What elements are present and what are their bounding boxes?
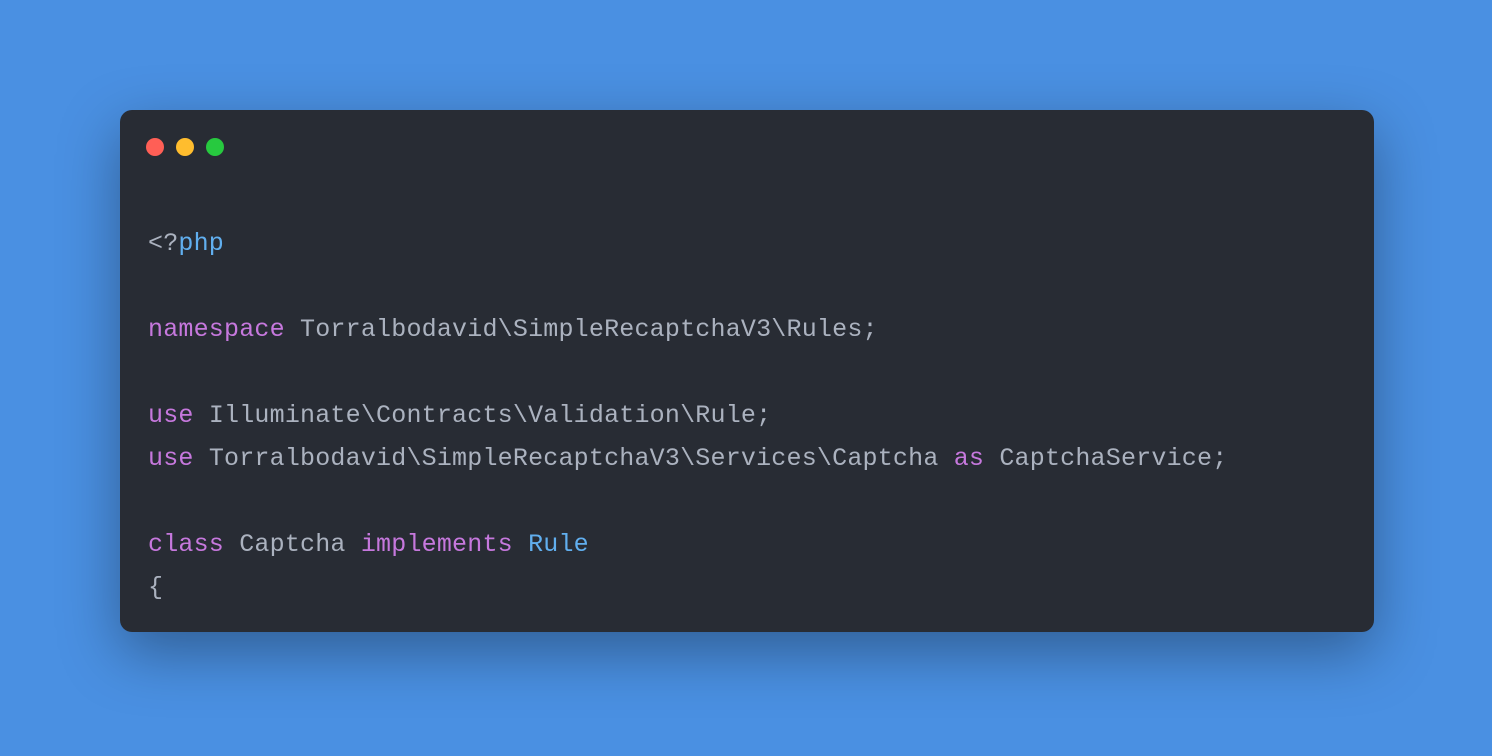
space	[346, 530, 361, 559]
code-window: <?php namespace Torralbodavid\SimpleReca…	[120, 110, 1374, 632]
namespace-value: Torralbodavid\SimpleRecaptchaV3\Rules	[300, 315, 863, 344]
space	[513, 530, 528, 559]
php-keyword: php	[178, 229, 224, 258]
semicolon: ;	[756, 401, 771, 430]
window-traffic-lights	[146, 138, 224, 156]
use-path: Torralbodavid\SimpleRecaptchaV3\Services…	[209, 444, 939, 473]
use-keyword: use	[148, 444, 194, 473]
space	[984, 444, 999, 473]
namespace-keyword: namespace	[148, 315, 285, 344]
class-name: Captcha	[239, 530, 345, 559]
use-path: Illuminate\Contracts\Validation\Rule	[209, 401, 756, 430]
php-open-tag: <?	[148, 229, 178, 258]
semicolon: ;	[863, 315, 878, 344]
use-alias: CaptchaService	[999, 444, 1212, 473]
class-keyword: class	[148, 530, 224, 559]
use-keyword: use	[148, 401, 194, 430]
minimize-icon[interactable]	[176, 138, 194, 156]
code-content: <?php namespace Torralbodavid\SimpleReca…	[148, 222, 1346, 609]
space	[285, 315, 300, 344]
open-brace: {	[148, 573, 163, 602]
close-icon[interactable]	[146, 138, 164, 156]
space	[939, 444, 954, 473]
interface-type: Rule	[528, 530, 589, 559]
space	[194, 401, 209, 430]
space	[194, 444, 209, 473]
as-keyword: as	[954, 444, 984, 473]
maximize-icon[interactable]	[206, 138, 224, 156]
space	[224, 530, 239, 559]
implements-keyword: implements	[361, 530, 513, 559]
semicolon: ;	[1212, 444, 1227, 473]
